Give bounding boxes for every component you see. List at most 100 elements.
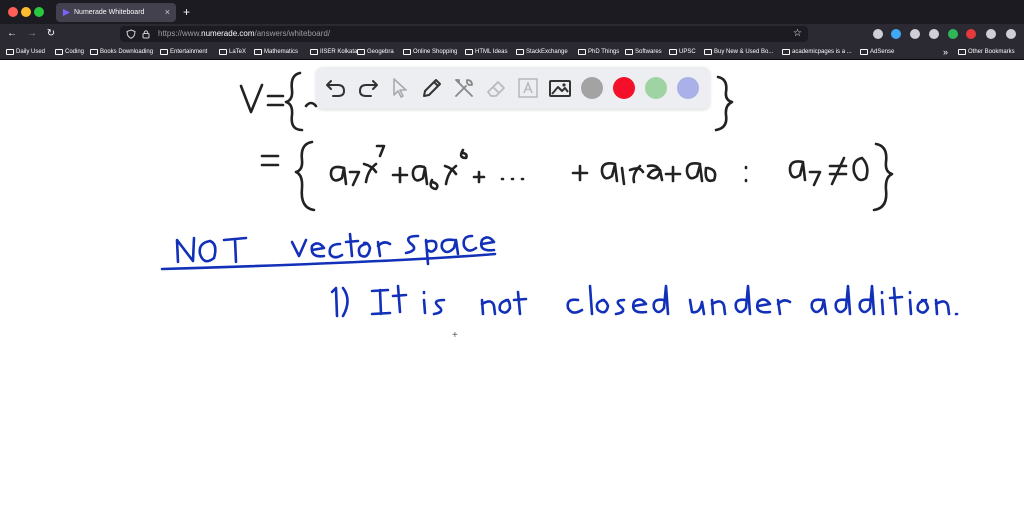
- folder-icon: [219, 49, 227, 55]
- text-icon[interactable]: [516, 76, 540, 100]
- bookmark-item[interactable]: Softwares: [625, 44, 662, 60]
- folder-icon: [669, 49, 677, 55]
- color-swatch-gray[interactable]: [581, 77, 603, 99]
- bookmark-label: Online Shopping: [413, 49, 458, 55]
- folder-icon: [254, 49, 262, 55]
- folder-icon: [90, 49, 98, 55]
- bookmark-label: Mathematics: [264, 49, 299, 55]
- pen-icon[interactable]: [420, 76, 444, 100]
- handwritten-line-4: [330, 284, 959, 318]
- extension-icon[interactable]: [910, 29, 920, 39]
- bookmark-label: Daily Used: [16, 49, 46, 55]
- reload-button[interactable]: ↻: [43, 26, 59, 42]
- bookmark-label: Entertainment: [170, 49, 208, 55]
- bookmarks-overflow-chevron[interactable]: »: [943, 44, 948, 60]
- folder-icon: [160, 49, 168, 55]
- window-close-button[interactable]: [8, 7, 18, 17]
- navigation-bar: ← → ↻ https://www.numerade.com/answers/w…: [0, 24, 1024, 44]
- bookmark-item[interactable]: HTML Ideas: [465, 44, 507, 60]
- forward-button[interactable]: →: [24, 26, 40, 42]
- bookmark-label: PhD Things: [588, 49, 620, 55]
- undo-icon[interactable]: [324, 76, 348, 100]
- bookmark-label: Books Downloading: [100, 49, 154, 55]
- bookmark-item[interactable]: Geogebra: [357, 44, 394, 60]
- bookmark-item[interactable]: Daily Used: [6, 44, 45, 60]
- url-text[interactable]: https://www.numerade.com/answers/whitebo…: [158, 26, 330, 42]
- bookmark-item[interactable]: academicpages is a ...: [782, 44, 852, 60]
- folder-icon: [516, 49, 524, 55]
- whiteboard-canvas[interactable]: +: [0, 60, 1024, 520]
- browser-tab[interactable]: Numerade Whiteboard ×: [56, 3, 176, 22]
- folder-icon: [465, 49, 473, 55]
- bookmarks-bar: Daily Used Coding Books Downloading Enterta…: [0, 44, 1024, 60]
- folder-icon: [704, 49, 712, 55]
- handwritten-heading-not-vector-space: [160, 232, 497, 271]
- url-bar[interactable]: https://www.numerade.com/answers/whitebo…: [120, 26, 808, 42]
- bookmark-item[interactable]: IISER Kolkata: [310, 44, 357, 60]
- bookmark-star-icon[interactable]: ☆: [793, 26, 802, 42]
- bookmark-item[interactable]: LaTeX: [219, 44, 246, 60]
- eraser-icon[interactable]: [484, 76, 508, 100]
- bookmark-label: academicpages is a ...: [792, 49, 852, 55]
- bookmark-label: Softwares: [635, 49, 662, 55]
- bookmark-item[interactable]: UPSC: [669, 44, 696, 60]
- tools-icon[interactable]: [452, 76, 476, 100]
- new-tab-button[interactable]: +: [183, 3, 190, 21]
- title-bar: Numerade Whiteboard × +: [0, 0, 1024, 24]
- bookmark-item[interactable]: Mathematics: [254, 44, 298, 60]
- pen-icon[interactable]: [986, 29, 996, 39]
- folder-icon: [625, 49, 633, 55]
- folder-icon: [578, 49, 586, 55]
- color-swatch-red[interactable]: [613, 77, 635, 99]
- other-bookmarks-folder[interactable]: Other Bookmarks: [958, 44, 1015, 60]
- folder-icon: [6, 49, 14, 55]
- adblock-icon[interactable]: [966, 29, 976, 39]
- folder-icon: [310, 49, 318, 55]
- lock-icon[interactable]: [141, 29, 151, 39]
- image-icon[interactable]: [548, 76, 572, 100]
- folder-icon: [403, 49, 411, 55]
- bookmark-label: HTML Ideas: [475, 49, 508, 55]
- green-extension-icon[interactable]: [948, 29, 958, 39]
- bookmark-item[interactable]: Coding: [55, 44, 84, 60]
- numerade-logo-icon: [62, 8, 71, 17]
- bookmark-label: Coding: [65, 49, 85, 55]
- bookmark-label: IISER Kolkata: [320, 49, 358, 55]
- bookmark-label: UPSC: [679, 49, 696, 55]
- menu-icon[interactable]: [1006, 29, 1016, 39]
- handwritten-line-2: [260, 140, 894, 212]
- bookmark-label: AdSense: [870, 49, 895, 55]
- bookmark-label: Geogebra: [367, 49, 394, 55]
- download-icon[interactable]: [891, 29, 901, 39]
- folder-icon: [958, 49, 966, 55]
- folder-icon: [782, 49, 790, 55]
- tab-close-icon[interactable]: ×: [165, 3, 170, 22]
- bookmark-item[interactable]: Entertainment: [160, 44, 207, 60]
- color-swatch-blue[interactable]: [677, 77, 699, 99]
- bookmark-item[interactable]: Books Downloading: [90, 44, 153, 60]
- bookmark-item[interactable]: PhD Things: [578, 44, 619, 60]
- window-minimize-button[interactable]: [21, 7, 31, 17]
- shield-icon[interactable]: [126, 29, 136, 39]
- bookmark-label: StackExchange: [526, 49, 568, 55]
- whiteboard-toolbar: [316, 67, 710, 109]
- window-maximize-button[interactable]: [34, 7, 44, 17]
- folder-icon: [860, 49, 868, 55]
- tab-title: Numerade Whiteboard: [74, 9, 145, 16]
- bookmark-item[interactable]: StackExchange: [516, 44, 568, 60]
- bookmark-item[interactable]: Buy New & Used Bo...: [704, 44, 773, 60]
- bookmark-item[interactable]: AdSense: [860, 44, 894, 60]
- select-icon[interactable]: [388, 76, 412, 100]
- color-swatch-green[interactable]: [645, 77, 667, 99]
- folder-icon: [357, 49, 365, 55]
- redo-icon[interactable]: [356, 76, 380, 100]
- bookmark-label: LaTeX: [229, 49, 247, 55]
- folder-icon: [55, 49, 63, 55]
- handwriting-layer: [160, 71, 959, 318]
- bookmark-item[interactable]: Online Shopping: [403, 44, 457, 60]
- crosshair-cursor: +: [452, 330, 458, 341]
- pocket-icon[interactable]: [873, 29, 883, 39]
- bookmark-label: Buy New & Used Bo...: [714, 49, 774, 55]
- avatar-icon[interactable]: [929, 29, 939, 39]
- back-button[interactable]: ←: [4, 26, 20, 42]
